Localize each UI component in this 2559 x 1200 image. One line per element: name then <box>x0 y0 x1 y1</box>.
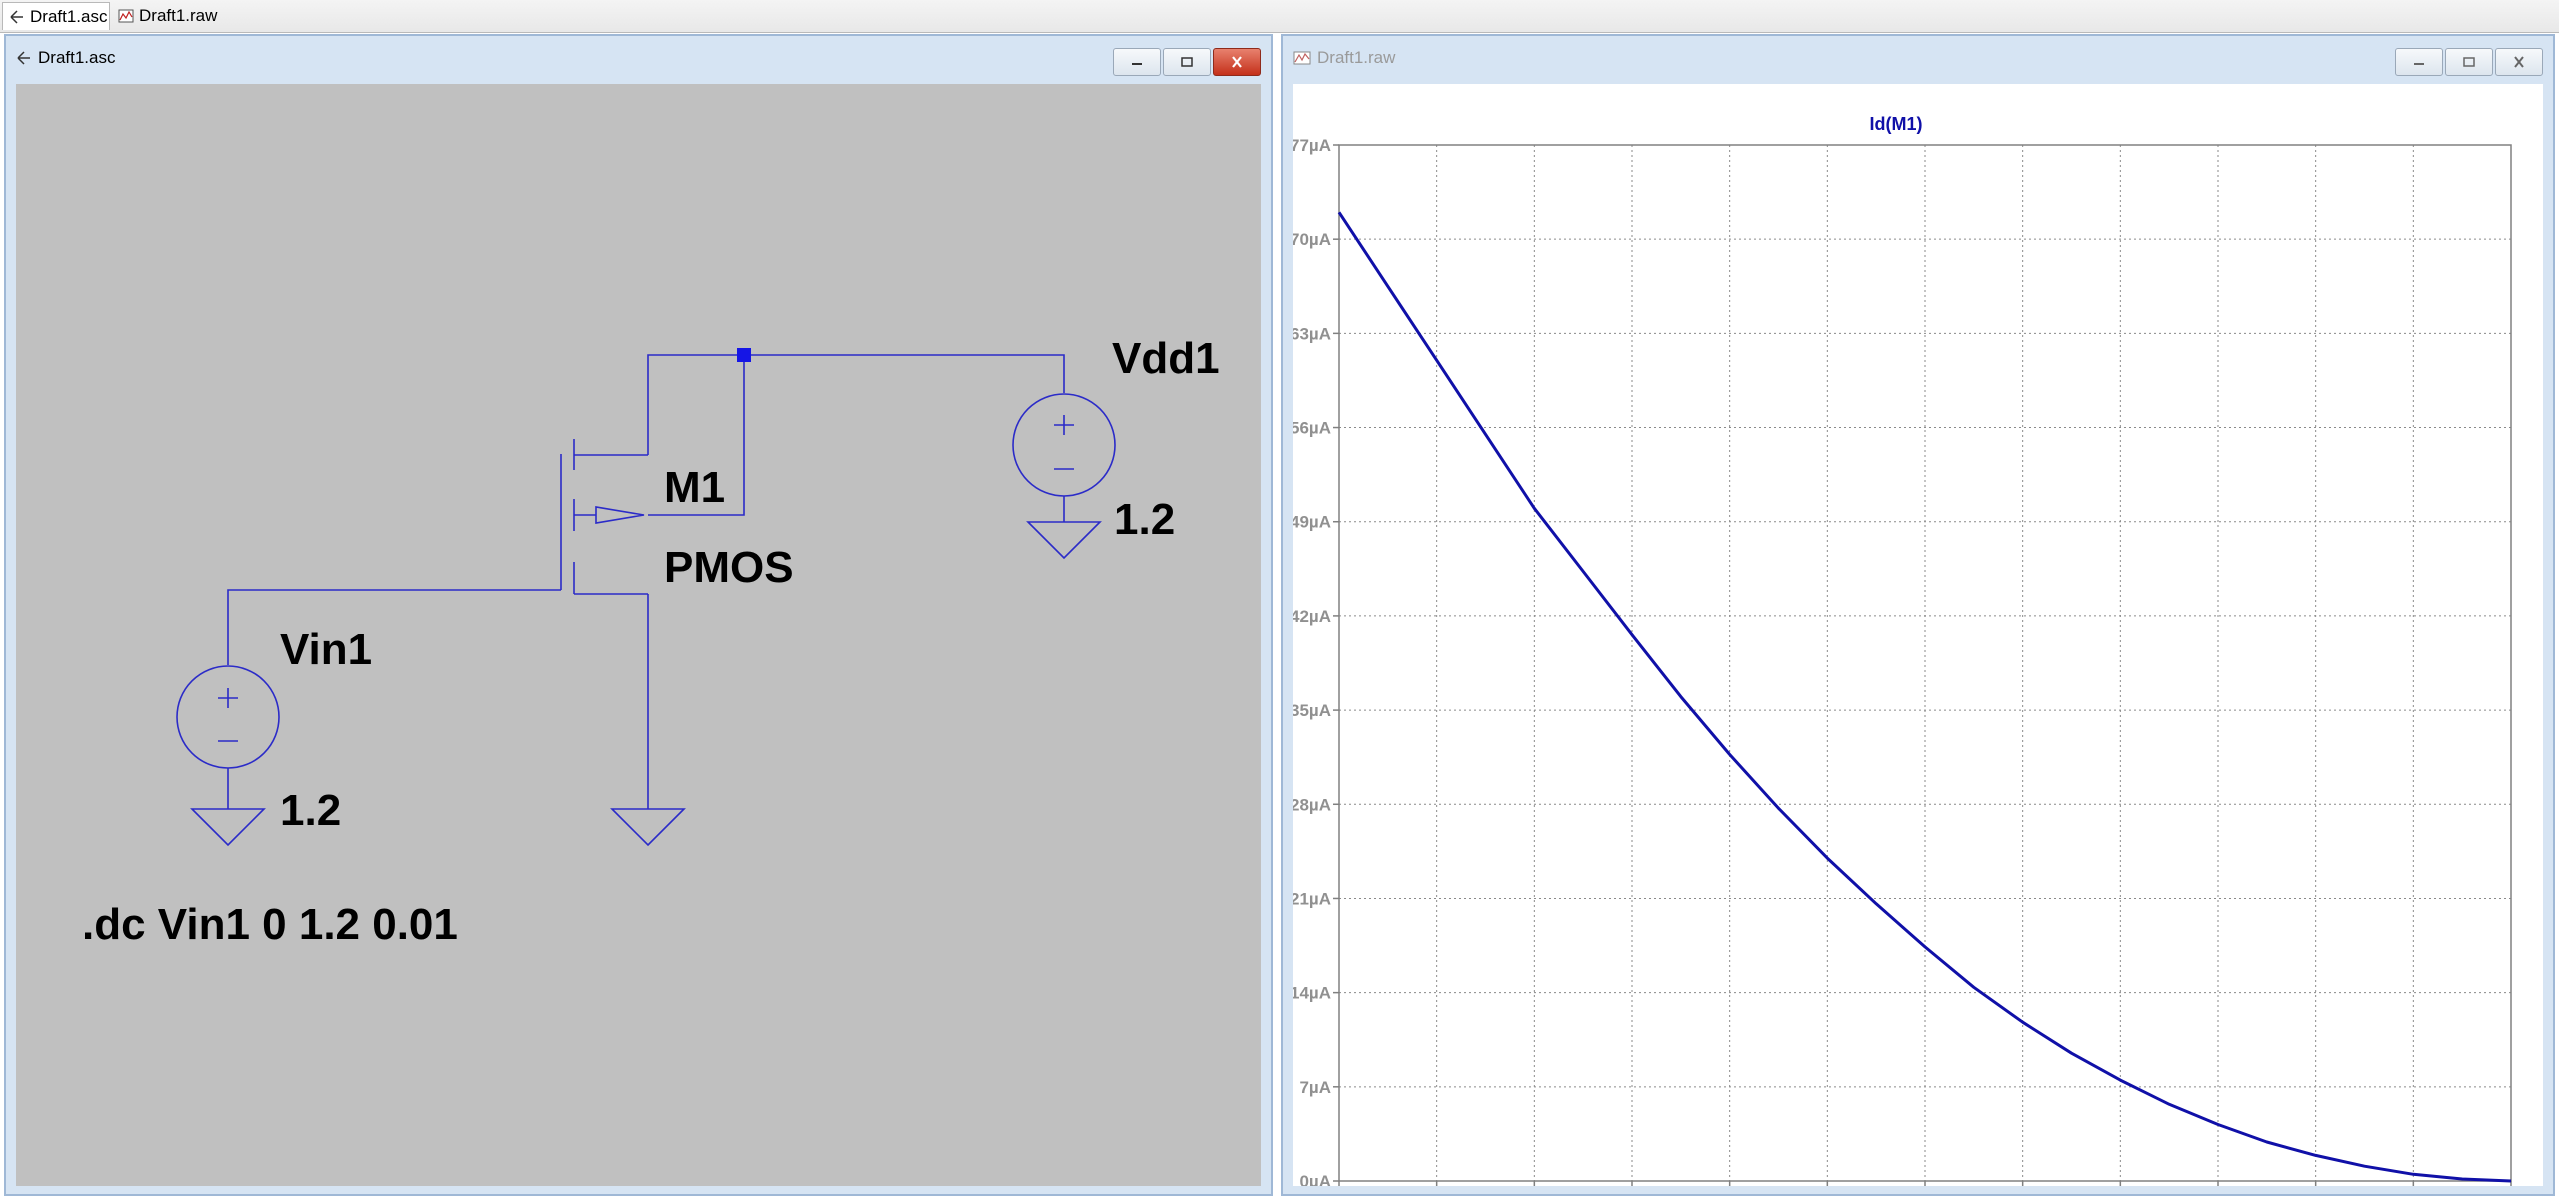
vin-value-label[interactable]: 1.2 <box>280 786 341 835</box>
vin-name-label[interactable]: Vin1 <box>280 625 372 674</box>
y-tick-label: 21µA <box>1293 889 1331 908</box>
schematic-icon <box>10 9 23 24</box>
y-tick-label: 77µA <box>1293 136 1331 155</box>
waveform-icon <box>1293 51 1311 65</box>
vdd-name-label[interactable]: Vdd1 <box>1112 334 1220 383</box>
maximize-button[interactable] <box>2445 48 2493 76</box>
transistor-name-label[interactable]: M1 <box>664 463 725 512</box>
minimize-button[interactable] <box>1113 48 1161 76</box>
y-tick-label: 14µA <box>1293 984 1331 1003</box>
waveform-plot-area[interactable]: Id(M1) 0.0V0.1V0.2V0.3V0.4V0.5V0.6V0.7V0… <box>1290 84 2543 1200</box>
tab-label: Draft1.raw <box>139 6 218 25</box>
schematic-icon <box>17 51 30 65</box>
ground-symbol <box>1026 521 1102 560</box>
waveform-titlebar[interactable]: Draft1.raw <box>1283 36 2553 80</box>
y-tick-label: 0µA <box>1299 1172 1331 1186</box>
maximize-button[interactable] <box>1163 48 1211 76</box>
schematic-titlebar[interactable]: Draft1.asc <box>6 36 1271 80</box>
transistor-model-label[interactable]: PMOS <box>664 543 794 592</box>
schematic-window: Draft1.asc M1 PMOS Vdd1 1.2 Vin1 1.2 .dc… <box>4 34 1273 1196</box>
y-tick-label: 63µA <box>1293 324 1331 343</box>
y-tick-label: 28µA <box>1293 795 1331 814</box>
y-tick-label: 7µA <box>1299 1078 1331 1097</box>
tab-draft1-asc[interactable]: Draft1.asc <box>2 2 110 30</box>
y-tick-label: 56µA <box>1293 419 1331 438</box>
close-button[interactable] <box>2495 48 2543 76</box>
ground-symbol <box>610 808 686 847</box>
y-tick-label: 42µA <box>1293 607 1331 626</box>
waveform-icon <box>118 9 134 23</box>
minimize-button[interactable] <box>2395 48 2443 76</box>
maximize-icon <box>2463 57 2475 67</box>
vdd-source[interactable] <box>1012 393 1116 497</box>
ground-symbol <box>190 808 266 847</box>
window-title: Draft1.raw <box>1317 48 1396 67</box>
document-tab-bar: Draft1.asc Draft1.raw <box>0 0 2559 33</box>
close-button[interactable] <box>1213 48 1261 76</box>
y-tick-label: 35µA <box>1293 701 1331 720</box>
minimize-icon <box>1132 63 1142 65</box>
waveform-window: Draft1.raw Id(M1) 0.0V0.1V0.2V0.3V0.4V0.… <box>1281 34 2555 1200</box>
pmos-transistor[interactable] <box>560 390 649 595</box>
junction-dot <box>737 348 751 362</box>
minimize-icon <box>2414 63 2424 65</box>
window-title: Draft1.asc <box>38 48 116 67</box>
schematic-canvas[interactable]: M1 PMOS Vdd1 1.2 Vin1 1.2 .dc Vin1 0 1.2… <box>16 84 1261 1186</box>
tab-draft1-raw[interactable]: Draft1.raw <box>112 2 222 30</box>
trace-title[interactable]: Id(M1) <box>1870 114 1923 134</box>
maximize-icon <box>1181 57 1193 67</box>
plot-svg: Id(M1) 0.0V0.1V0.2V0.3V0.4V0.5V0.6V0.7V0… <box>1290 114 2529 1200</box>
vin-source[interactable] <box>176 665 280 769</box>
y-tick-label: 49µA <box>1293 513 1331 532</box>
vdd-value-label[interactable]: 1.2 <box>1114 495 1175 544</box>
schematic-drawing: M1 PMOS Vdd1 1.2 Vin1 1.2 .dc Vin1 0 1.2… <box>82 334 1220 949</box>
dc-directive[interactable]: .dc Vin1 0 1.2 0.01 <box>82 900 458 949</box>
wire-gate[interactable] <box>227 589 561 665</box>
tab-label: Draft1.asc <box>30 6 108 26</box>
wire-vdd[interactable] <box>647 354 1065 393</box>
close-icon <box>1232 56 1242 68</box>
close-icon <box>2514 56 2524 68</box>
y-tick-label: 70µA <box>1293 230 1331 249</box>
